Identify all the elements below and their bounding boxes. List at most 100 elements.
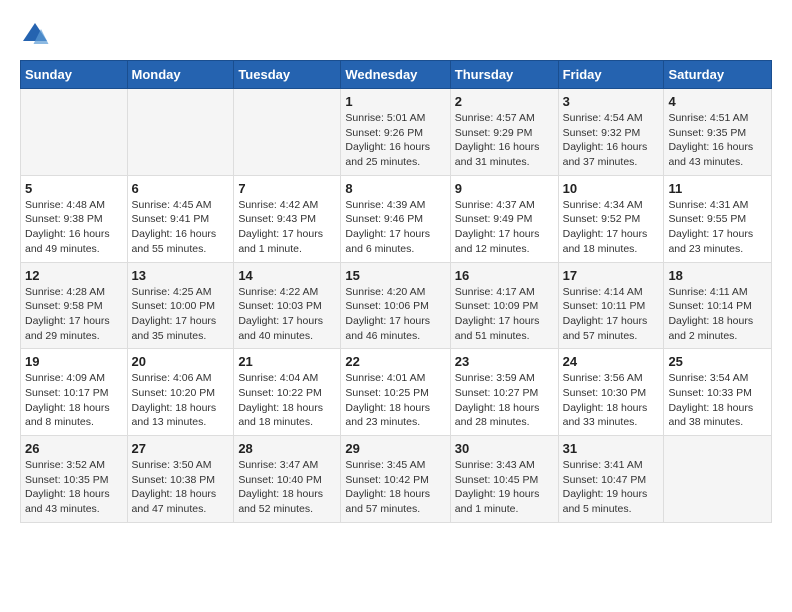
day-info: Sunrise: 4:25 AMSunset: 10:00 PMDaylight… [132,285,230,344]
day-info: Sunrise: 3:41 AMSunset: 10:47 PMDaylight… [563,458,660,517]
calendar-cell: 20Sunrise: 4:06 AMSunset: 10:20 PMDaylig… [127,349,234,436]
day-info: Sunrise: 4:09 AMSunset: 10:17 PMDaylight… [25,371,123,430]
week-row-3: 12 Sunrise: 4:28 AMSunset: 9:58 PMDayligh… [21,262,772,349]
calendar-cell: 13 Sunrise: 4:25 AMSunset: 10:00 PMDaylig… [127,262,234,349]
calendar-cell: 7 Sunrise: 4:42 AMSunset: 9:43 PMDaylight… [234,175,341,262]
day-number: 22 [345,354,445,369]
calendar-cell: 19 Sunrise: 4:09 AMSunset: 10:17 PMDaylig… [21,349,128,436]
day-info: Sunrise: 3:56 AMSunset: 10:30 PMDaylight… [563,371,660,430]
header-saturday: Saturday [664,61,772,89]
day-info: Sunrise: 4:11 AMSunset: 10:14 PMDaylight… [668,285,767,344]
calendar-cell: 30Sunrise: 3:43 AMSunset: 10:45 PMDaylig… [450,436,558,523]
calendar-cell: 5 Sunrise: 4:48 AMSunset: 9:38 PMDaylight… [21,175,128,262]
day-number: 12 [25,268,123,283]
day-number: 5 [25,181,123,196]
calendar-cell [127,89,234,176]
day-info: Sunrise: 4:01 AMSunset: 10:25 PMDaylight… [345,371,445,430]
day-info: Sunrise: 4:04 AMSunset: 10:22 PMDaylight… [238,371,336,430]
day-info: Sunrise: 4:34 AMSunset: 9:52 PMDaylight:… [563,198,660,257]
day-number: 7 [238,181,336,196]
day-number: 1 [345,94,445,109]
day-info: Sunrise: 4:39 AMSunset: 9:46 PMDaylight:… [345,198,445,257]
day-info: Sunrise: 4:54 AMSunset: 9:32 PMDaylight:… [563,111,660,170]
day-number: 23 [455,354,554,369]
day-info: Sunrise: 4:42 AMSunset: 9:43 PMDaylight:… [238,198,336,257]
day-number: 17 [563,268,660,283]
calendar-cell: 27 Sunrise: 3:50 AMSunset: 10:38 PMDaylig… [127,436,234,523]
day-info: Sunrise: 4:28 AMSunset: 9:58 PMDaylight:… [25,285,123,344]
calendar-cell: 24Sunrise: 3:56 AMSunset: 10:30 PMDaylig… [558,349,664,436]
header-sunday: Sunday [21,61,128,89]
calendar-cell: 9 Sunrise: 4:37 AMSunset: 9:49 PMDaylight… [450,175,558,262]
day-number: 3 [563,94,660,109]
calendar-body: 1 Sunrise: 5:01 AMSunset: 9:26 PMDaylight… [21,89,772,523]
header-row: SundayMondayTuesdayWednesdayThursdayFrid… [21,61,772,89]
calendar-cell: 1 Sunrise: 5:01 AMSunset: 9:26 PMDaylight… [341,89,450,176]
logo-icon [20,20,50,50]
day-info: Sunrise: 4:14 AMSunset: 10:11 PMDaylight… [563,285,660,344]
calendar-cell: 4Sunrise: 4:51 AMSunset: 9:35 PMDaylight… [664,89,772,176]
day-number: 10 [563,181,660,196]
calendar-cell: 11Sunrise: 4:31 AMSunset: 9:55 PMDayligh… [664,175,772,262]
calendar-cell: 22 Sunrise: 4:01 AMSunset: 10:25 PMDaylig… [341,349,450,436]
day-info: Sunrise: 3:45 AMSunset: 10:42 PMDaylight… [345,458,445,517]
day-info: Sunrise: 4:22 AMSunset: 10:03 PMDaylight… [238,285,336,344]
calendar-cell [234,89,341,176]
day-number: 8 [345,181,445,196]
calendar-cell [664,436,772,523]
day-number: 19 [25,354,123,369]
calendar-cell: 12 Sunrise: 4:28 AMSunset: 9:58 PMDayligh… [21,262,128,349]
day-info: Sunrise: 4:51 AMSunset: 9:35 PMDaylight:… [668,111,767,170]
day-info: Sunrise: 4:45 AMSunset: 9:41 PMDaylight:… [132,198,230,257]
calendar-cell: 10 Sunrise: 4:34 AMSunset: 9:52 PMDayligh… [558,175,664,262]
logo [20,20,54,50]
day-number: 18 [668,268,767,283]
day-info: Sunrise: 3:54 AMSunset: 10:33 PMDaylight… [668,371,767,430]
calendar-cell: 14 Sunrise: 4:22 AMSunset: 10:03 PMDaylig… [234,262,341,349]
week-row-4: 19 Sunrise: 4:09 AMSunset: 10:17 PMDaylig… [21,349,772,436]
calendar-cell: 25 Sunrise: 3:54 AMSunset: 10:33 PMDaylig… [664,349,772,436]
day-info: Sunrise: 3:50 AMSunset: 10:38 PMDaylight… [132,458,230,517]
calendar-table: SundayMondayTuesdayWednesdayThursdayFrid… [20,60,772,523]
day-number: 20 [132,354,230,369]
day-info: Sunrise: 4:17 AMSunset: 10:09 PMDaylight… [455,285,554,344]
header-monday: Monday [127,61,234,89]
day-info: Sunrise: 3:52 AMSunset: 10:35 PMDaylight… [25,458,123,517]
day-number: 21 [238,354,336,369]
day-info: Sunrise: 5:01 AMSunset: 9:26 PMDaylight:… [345,111,445,170]
day-info: Sunrise: 4:37 AMSunset: 9:49 PMDaylight:… [455,198,554,257]
week-row-2: 5 Sunrise: 4:48 AMSunset: 9:38 PMDaylight… [21,175,772,262]
day-number: 6 [132,181,230,196]
day-info: Sunrise: 4:31 AMSunset: 9:55 PMDaylight:… [668,198,767,257]
day-info: Sunrise: 3:43 AMSunset: 10:45 PMDaylight… [455,458,554,517]
calendar-cell: 16 Sunrise: 4:17 AMSunset: 10:09 PMDaylig… [450,262,558,349]
calendar-cell: 2Sunrise: 4:57 AMSunset: 9:29 PMDaylight… [450,89,558,176]
calendar-cell [21,89,128,176]
calendar-cell: 8 Sunrise: 4:39 AMSunset: 9:46 PMDaylight… [341,175,450,262]
header-tuesday: Tuesday [234,61,341,89]
calendar-cell: 18 Sunrise: 4:11 AMSunset: 10:14 PMDaylig… [664,262,772,349]
day-number: 28 [238,441,336,456]
week-row-5: 26Sunrise: 3:52 AMSunset: 10:35 PMDaylig… [21,436,772,523]
day-number: 16 [455,268,554,283]
page-header [20,20,772,50]
calendar-cell: 29 Sunrise: 3:45 AMSunset: 10:42 PMDaylig… [341,436,450,523]
day-info: Sunrise: 4:57 AMSunset: 9:29 PMDaylight:… [455,111,554,170]
day-number: 31 [563,441,660,456]
calendar-cell: 3 Sunrise: 4:54 AMSunset: 9:32 PMDaylight… [558,89,664,176]
day-number: 25 [668,354,767,369]
header-friday: Friday [558,61,664,89]
day-number: 9 [455,181,554,196]
day-number: 13 [132,268,230,283]
calendar-cell: 15Sunrise: 4:20 AMSunset: 10:06 PMDaylig… [341,262,450,349]
calendar-header: SundayMondayTuesdayWednesdayThursdayFrid… [21,61,772,89]
day-number: 15 [345,268,445,283]
day-info: Sunrise: 4:48 AMSunset: 9:38 PMDaylight:… [25,198,123,257]
day-number: 29 [345,441,445,456]
header-wednesday: Wednesday [341,61,450,89]
calendar-cell: 28Sunrise: 3:47 AMSunset: 10:40 PMDaylig… [234,436,341,523]
day-number: 14 [238,268,336,283]
calendar-cell: 17 Sunrise: 4:14 AMSunset: 10:11 PMDaylig… [558,262,664,349]
week-row-1: 1 Sunrise: 5:01 AMSunset: 9:26 PMDaylight… [21,89,772,176]
day-number: 27 [132,441,230,456]
